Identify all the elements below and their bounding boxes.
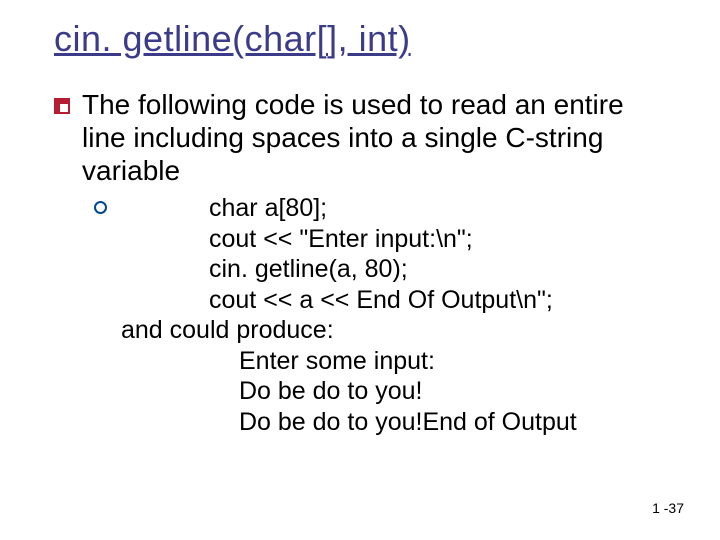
sub-bullet-item: char a[80]; cout << "Enter input:\n"; ci…: [94, 193, 672, 437]
square-bullet-icon: [54, 98, 70, 114]
code-block: char a[80]; cout << "Enter input:\n"; ci…: [121, 193, 577, 437]
output-line: Enter some input:: [121, 346, 577, 377]
slide: cin. getline(char[], int) The following …: [0, 0, 720, 540]
code-line: cout << "Enter input:\n";: [121, 224, 577, 255]
code-line: and could produce:: [121, 315, 577, 346]
circle-bullet-icon: [94, 201, 107, 214]
output-line: Do be do to you!End of Output: [121, 407, 577, 438]
page-number: 1 -37: [652, 500, 684, 516]
output-line: Do be do to you!: [121, 376, 577, 407]
code-line: char a[80];: [121, 193, 577, 224]
bullet-item: The following code is used to read an en…: [54, 88, 672, 187]
code-line: cin. getline(a, 80);: [121, 254, 577, 285]
slide-title: cin. getline(char[], int): [54, 18, 672, 60]
bullet-text: The following code is used to read an en…: [82, 88, 672, 187]
code-line: cout << a << End Of Output\n";: [121, 285, 577, 316]
